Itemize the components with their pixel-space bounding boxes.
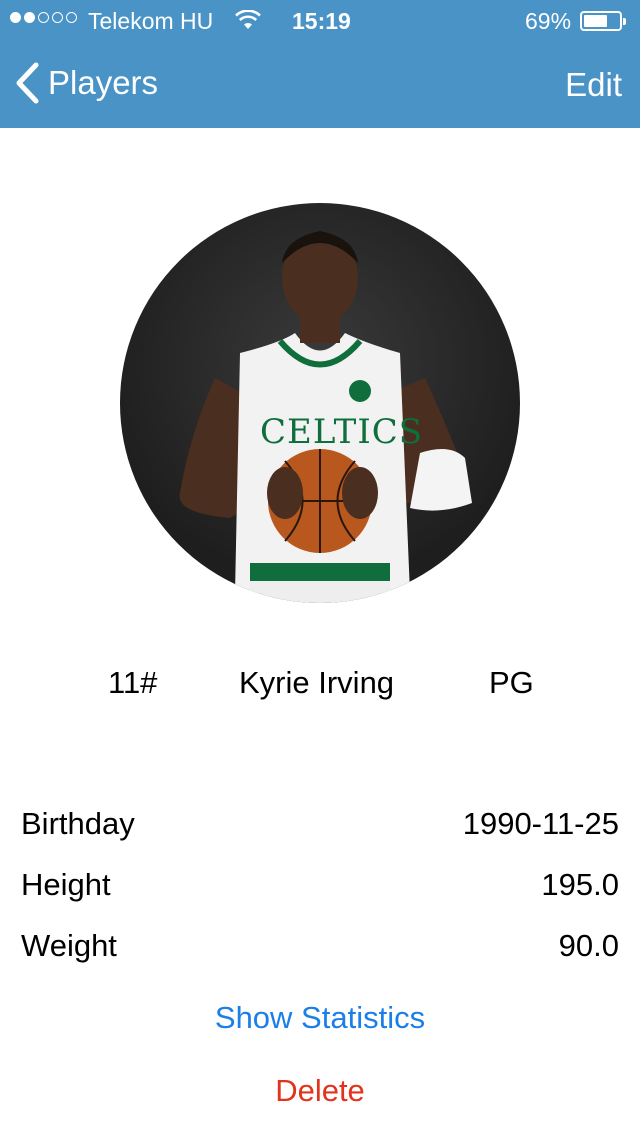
birthday-value: 1990-11-25: [462, 806, 619, 841]
weight-row: Weight 90.0: [0, 928, 640, 978]
player-name: Kyrie Irving: [239, 665, 395, 700]
battery-icon: [580, 11, 626, 31]
navigation-bar: Telekom HU 15:19 69% Players Edit: [0, 0, 640, 128]
birthday-row: Birthday 1990-11-25: [0, 806, 640, 856]
height-value: 195.0: [541, 867, 619, 902]
weight-value: 90.0: [558, 928, 619, 963]
back-button-label: Players: [48, 64, 159, 101]
height-row: Height 195.0: [0, 867, 640, 917]
back-button[interactable]: Players: [14, 62, 158, 104]
carrier-name: Telekom HU: [88, 8, 214, 34]
player-photo: CELTICS: [120, 203, 520, 603]
weight-label: Weight: [21, 928, 117, 963]
birthday-label: Birthday: [21, 806, 135, 841]
delete-button[interactable]: Delete: [0, 1073, 640, 1109]
player-summary: 11# Kyrie Irving PG: [0, 665, 640, 709]
edit-button[interactable]: Edit: [565, 66, 622, 104]
cellular-signal-icon: [10, 12, 77, 23]
player-number: 11#: [108, 665, 158, 700]
svg-text:CELTICS: CELTICS: [260, 412, 423, 452]
battery-percent: 69%: [525, 8, 572, 34]
wifi-icon: [235, 9, 261, 36]
player-position: PG: [489, 665, 534, 700]
height-label: Height: [21, 867, 111, 902]
show-statistics-button[interactable]: Show Statistics: [0, 1000, 640, 1036]
clock: 15:19: [292, 8, 351, 34]
chevron-left-icon: [16, 62, 39, 104]
status-bar: Telekom HU 15:19 69%: [0, 0, 640, 40]
